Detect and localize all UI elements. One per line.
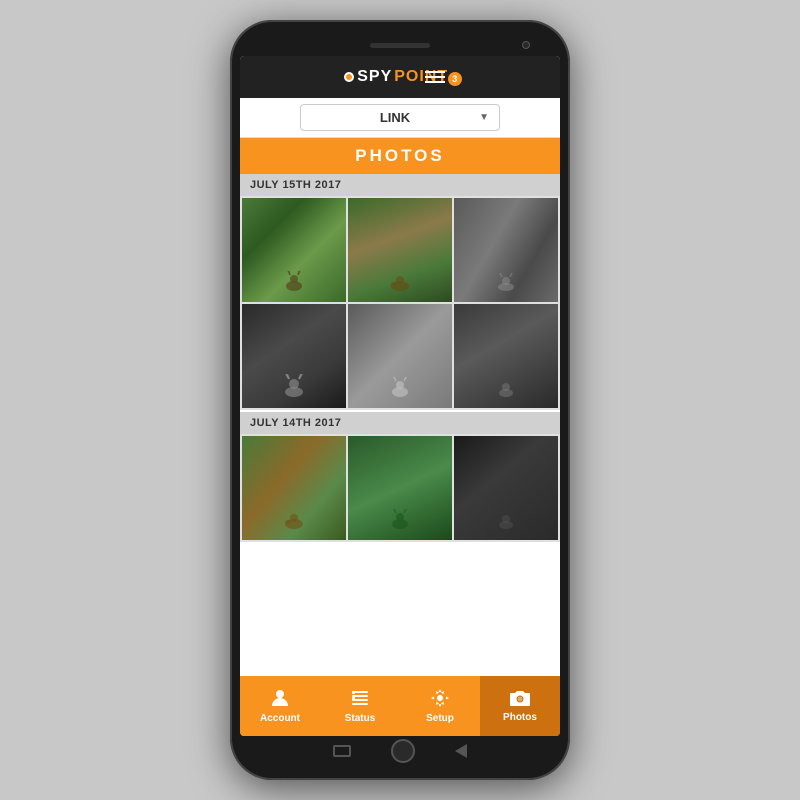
phone-bottom-bar <box>240 736 560 766</box>
nav-label-account: Account <box>260 713 300 724</box>
list-icon <box>350 688 370 711</box>
app-header: SPY POINT ® 3 <box>240 56 560 98</box>
date-header-july15: JULY 15TH 2017 <box>240 174 560 196</box>
photo-8[interactable] <box>348 436 452 540</box>
photo-3[interactable] <box>454 198 558 302</box>
photo-2[interactable] <box>348 198 452 302</box>
person-icon <box>270 688 290 711</box>
nav-label-photos: Photos <box>503 712 537 723</box>
photos-content[interactable]: JULY 15TH 2017 <box>240 174 560 676</box>
gear-icon <box>430 688 450 711</box>
nav-item-setup[interactable]: Setup <box>400 676 480 736</box>
photo-4[interactable] <box>242 304 346 408</box>
section-title-text: PHOTOS <box>355 146 444 165</box>
phone-screen: SPY POINT ® 3 LINK ▼ PHOTOS <box>240 56 560 736</box>
hamburger-line-3 <box>425 81 445 83</box>
nav-item-account[interactable]: Account <box>240 676 320 736</box>
hamburger-button[interactable] <box>425 71 445 83</box>
photo-7[interactable] <box>242 436 346 540</box>
date-section-july14: JULY 14TH 2017 <box>240 412 560 542</box>
camera-icon <box>509 689 531 710</box>
camera-selector-bar: LINK ▼ <box>240 98 560 138</box>
logo-spy-text: SPY <box>357 68 392 86</box>
back-key[interactable] <box>455 744 467 758</box>
home-button[interactable] <box>391 739 415 763</box>
photo-9[interactable] <box>454 436 558 540</box>
recent-apps-key[interactable] <box>333 745 351 757</box>
dropdown-arrow-icon: ▼ <box>479 112 489 123</box>
selected-camera-label: LINK <box>380 110 410 125</box>
photo-6[interactable] <box>454 304 558 408</box>
hamburger-line-2 <box>425 76 445 78</box>
nav-item-photos[interactable]: Photos <box>480 676 560 736</box>
logo-target-dot <box>344 72 354 82</box>
photo-grid-july15 <box>240 196 560 410</box>
section-title-bar: PHOTOS <box>240 138 560 174</box>
date-section-july15: JULY 15TH 2017 <box>240 174 560 410</box>
phone-device: SPY POINT ® 3 LINK ▼ PHOTOS <box>230 20 570 780</box>
photo-grid-july14 <box>240 434 560 542</box>
camera-dropdown[interactable]: LINK ▼ <box>300 104 500 131</box>
speaker <box>370 43 430 48</box>
photo-1[interactable] <box>242 198 346 302</box>
front-camera <box>522 41 530 49</box>
notification-badge: 3 <box>448 72 462 86</box>
bottom-nav: Account Status <box>240 676 560 736</box>
nav-label-setup: Setup <box>426 713 454 724</box>
nav-label-status: Status <box>345 713 376 724</box>
date-header-july14: JULY 14TH 2017 <box>240 412 560 434</box>
phone-top-bar <box>240 34 560 56</box>
nav-item-status[interactable]: Status <box>320 676 400 736</box>
hamburger-line-1 <box>425 71 445 73</box>
photo-5[interactable] <box>348 304 452 408</box>
